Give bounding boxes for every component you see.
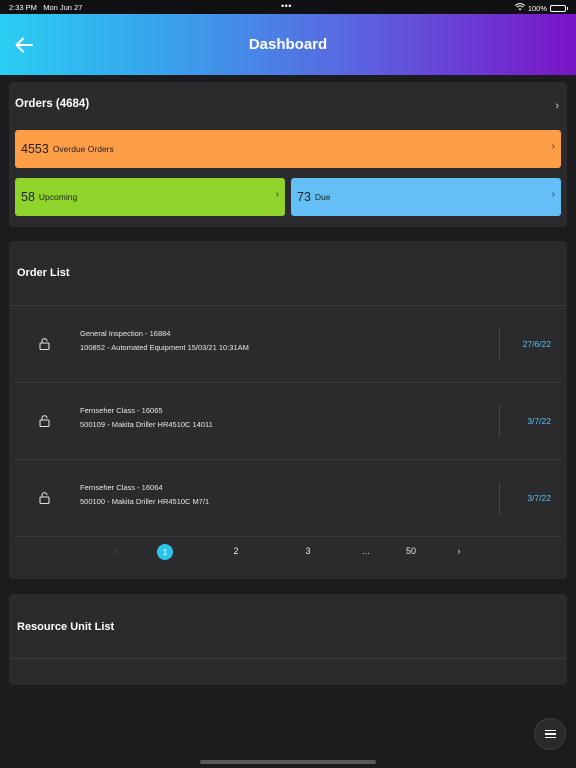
- lock-open-icon: [39, 414, 50, 432]
- lock-open-icon: [39, 491, 50, 509]
- pagination-page[interactable]: 3: [305, 546, 310, 556]
- order-title: Fernseher Class - 16064: [80, 483, 163, 492]
- pagination-prev[interactable]: ‹: [116, 546, 119, 556]
- order-list-card: Order List General Inspection - 16884 10…: [9, 241, 567, 579]
- app-header: Dashboard: [0, 14, 576, 75]
- pagination-page[interactable]: 2: [233, 546, 238, 556]
- battery-percent: 100%: [527, 3, 547, 13]
- pagination: ‹ 1 2 3 ... 50 ›: [9, 543, 567, 563]
- pagination-next[interactable]: ›: [458, 546, 461, 556]
- lock-open-icon: [39, 337, 50, 355]
- chevron-right-icon: ›: [275, 189, 279, 200]
- upcoming-count: 58: [21, 190, 35, 204]
- resource-unit-list-title: Resource Unit List: [17, 621, 115, 633]
- order-detail: 500100 - Makita Driller HR4510C M7/1: [80, 497, 210, 506]
- menu-icon: [544, 730, 556, 738]
- home-indicator: [200, 760, 376, 764]
- order-title: General Inspection - 16884: [80, 329, 171, 338]
- order-date: 3/7/22: [527, 493, 551, 503]
- status-right: 100%: [514, 3, 568, 13]
- order-date: 3/7/22: [527, 416, 551, 426]
- status-time: 2:33 PM Mon Jun 27: [9, 3, 83, 12]
- chevron-right-icon: ›: [551, 189, 555, 200]
- divider: [15, 536, 561, 537]
- due-count: 73: [297, 190, 311, 204]
- multitasking-dots[interactable]: •••: [281, 1, 292, 11]
- row-separator: [499, 405, 500, 437]
- due-label: Due: [314, 192, 331, 202]
- battery-icon: [550, 4, 568, 12]
- overdue-count: 4553: [21, 142, 49, 156]
- order-row[interactable]: Fernseher Class - 16064 500100 - Makita …: [15, 460, 561, 536]
- row-separator: [499, 328, 500, 360]
- due-orders-tile[interactable]: 73 Due ›: [291, 178, 561, 216]
- upcoming-orders-tile[interactable]: 58 Upcoming ›: [15, 178, 285, 216]
- order-detail: 100852 - Automated Equipment 15/03/21 10…: [80, 343, 249, 352]
- order-title: Fernseher Class - 16065: [80, 406, 163, 415]
- upcoming-label: Upcoming: [38, 192, 78, 202]
- overdue-label: Overdue Orders: [52, 144, 114, 154]
- pagination-page-current[interactable]: 1: [157, 544, 173, 560]
- order-row[interactable]: General Inspection - 16884 100852 - Auto…: [15, 306, 561, 382]
- chevron-right-icon: ›: [551, 141, 555, 152]
- pagination-ellipsis: ...: [362, 546, 370, 556]
- divider: [9, 658, 567, 659]
- status-bar: 2:33 PM Mon Jun 27 ••• 100%: [0, 0, 576, 14]
- row-separator: [499, 482, 500, 514]
- orders-card: Orders (4684) › 4553 Overdue Orders › 58…: [9, 82, 567, 227]
- orders-title[interactable]: Orders (4684): [15, 98, 89, 110]
- overdue-orders-tile[interactable]: 4553 Overdue Orders ›: [15, 130, 561, 168]
- resource-unit-list-card: Resource Unit List: [9, 594, 567, 685]
- menu-button[interactable]: [534, 718, 566, 750]
- page-title: Dashboard: [248, 36, 328, 53]
- wifi-icon: [514, 3, 525, 13]
- order-detail: 500109 - Makita Driller HR4510C 14011: [80, 420, 213, 429]
- order-date: 27/6/22: [522, 339, 551, 349]
- order-row[interactable]: Fernseher Class - 16065 500109 - Makita …: [15, 383, 561, 459]
- pagination-page[interactable]: 50: [406, 546, 416, 556]
- chevron-right-icon[interactable]: ›: [555, 100, 559, 112]
- order-list-title: Order List: [17, 267, 70, 279]
